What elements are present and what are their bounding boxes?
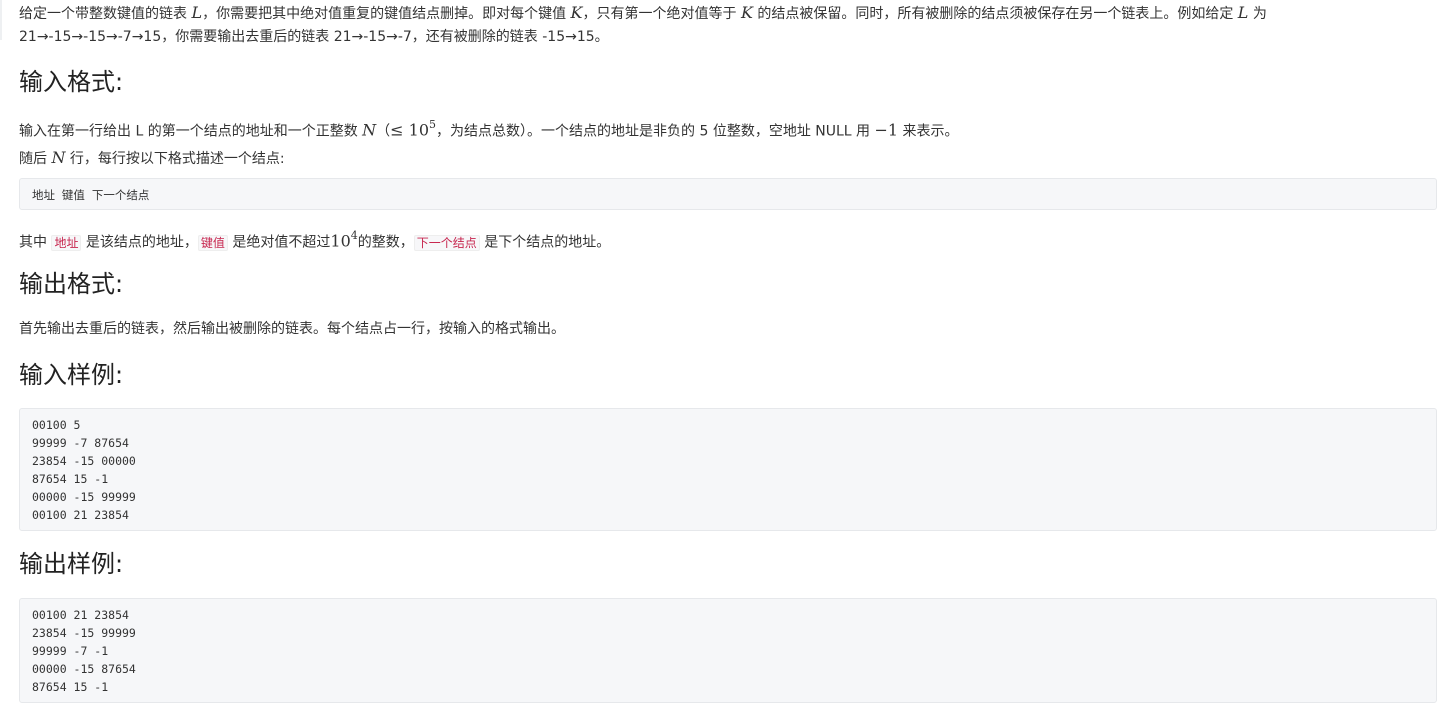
sample-input-line: 23854 -15 00000 — [32, 454, 136, 468]
input-format-paragraph-3: 其中 地址 是该结点的地址， 键值 是绝对值不超过104的整数， 下一个结点 是下个… — [19, 226, 610, 255]
math-var: L — [1237, 3, 1249, 22]
math-expr: −1 — [874, 120, 899, 140]
left-edge-divider — [0, 0, 2, 40]
text: 其中 — [19, 234, 52, 251]
inline-code-next: 下一个结点 — [413, 234, 480, 251]
math-sup: 4 — [350, 229, 358, 242]
math-var: K — [570, 3, 583, 22]
output-format-paragraph: 首先输出去重后的链表，然后输出被删除的链表。每个结点占一行，按输入的格式输出。 — [19, 321, 565, 337]
intro-text: ，你需要把其中绝对值重复的键值结点删掉。即对每个键值 — [202, 6, 571, 22]
sample-output-line: 23854 -15 99999 — [32, 626, 136, 640]
text: 行，每行按以下格式描述一个结点: — [65, 151, 285, 167]
input-format-paragraph-1: 输入在第一行给出 L 的第一个结点的地址和一个正整数 N（≤ 105，为结点总数… — [19, 115, 959, 144]
sample-input-line: 00100 21 23854 — [32, 508, 129, 522]
intro-paragraph-line2: 21→-15→-15→-7→15，你需要输出去重后的链表 21→-15→-7，还… — [19, 29, 609, 45]
input-format-heading: 输入格式: — [19, 68, 124, 96]
math-expr: ≤ 10 — [390, 120, 430, 140]
intro-paragraph-line1: 给定一个带整数键值的链表 L，你需要把其中绝对值重复的键值结点删掉。即对每个键值… — [19, 1, 1267, 26]
sample-output-heading: 输出样例: — [19, 550, 124, 578]
text: 随后 — [19, 151, 52, 167]
math-expr: 10 — [330, 231, 351, 251]
math-sup: 5 — [429, 118, 437, 131]
sample-output-code-block[interactable]: 00100 21 23854 23854 -15 99999 99999 -7 … — [19, 598, 1437, 703]
math-var: N — [362, 120, 377, 140]
text: 的整数， — [357, 234, 414, 251]
format-code-block: 地址 键值 下一个结点 — [19, 178, 1437, 210]
output-format-heading: 输出格式: — [19, 270, 124, 298]
sample-output-line: 00000 -15 87654 — [32, 662, 136, 676]
text: 是下个结点的地址。 — [479, 234, 611, 251]
sample-input-line: 87654 15 -1 — [32, 472, 109, 486]
sample-input-heading: 输入样例: — [19, 361, 124, 389]
sample-output-line: 99999 -7 -1 — [32, 644, 109, 658]
sample-input-line: 00100 5 — [32, 418, 81, 432]
text: ，为结点总数）。一个结点的地址是非负的 5 位整数，空地址 NULL 用 — [436, 123, 875, 140]
input-format-paragraph-2: 随后 N 行，每行按以下格式描述一个结点: — [19, 146, 285, 171]
math-var: N — [51, 148, 66, 167]
text: 是该结点的地址， — [81, 234, 198, 251]
sample-input-code-block[interactable]: 00100 5 99999 -7 87654 23854 -15 00000 8… — [19, 408, 1437, 531]
text: （ — [376, 123, 391, 140]
inline-code-key: 键值 — [197, 234, 228, 251]
text: 来表示。 — [898, 123, 959, 140]
intro-text: ，只有第一个绝对值等于 — [582, 6, 741, 22]
sample-output-line: 00100 21 23854 — [32, 608, 129, 622]
intro-text: 给定一个带整数键值的链表 — [19, 6, 192, 22]
math-var: K — [740, 3, 753, 22]
intro-text: 为 — [1248, 6, 1267, 22]
text: 输入在第一行给出 L 的第一个结点的地址和一个正整数 — [19, 123, 363, 140]
inline-code-address: 地址 — [51, 234, 82, 251]
sample-input-line: 99999 -7 87654 — [32, 436, 129, 450]
math-var: L — [191, 3, 203, 22]
intro-text: 的结点被保留。同时，所有被删除的结点须被保存在另一个链表上。例如给定 — [752, 6, 1238, 22]
text: 是绝对值不超过 — [227, 234, 331, 251]
sample-output-line: 87654 15 -1 — [32, 680, 109, 694]
sample-input-line: 00000 -15 99999 — [32, 490, 136, 504]
